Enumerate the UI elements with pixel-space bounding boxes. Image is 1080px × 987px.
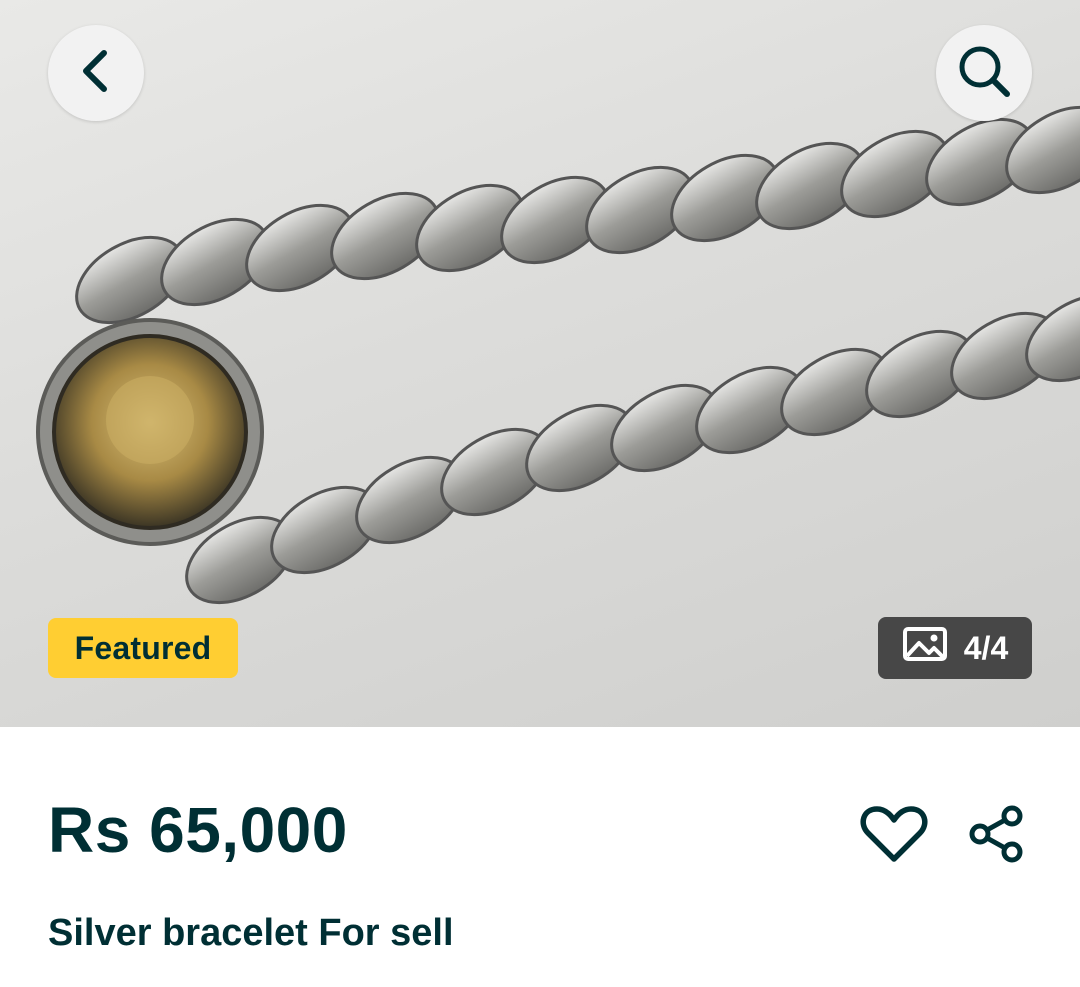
listing-price: Rs 65,000: [48, 794, 348, 866]
search-icon: [954, 41, 1014, 106]
back-button[interactable]: [48, 25, 144, 121]
image-counter[interactable]: 4/4: [878, 617, 1032, 679]
heart-icon: [860, 804, 928, 869]
listing-title: Silver bracelet For sell: [48, 912, 454, 954]
image-counter-text: 4/4: [963, 629, 1009, 666]
share-button[interactable]: [962, 803, 1032, 869]
favorite-button[interactable]: [856, 803, 932, 869]
chevron-left-icon: [76, 47, 116, 100]
featured-badge: Featured: [48, 618, 238, 678]
image-icon: [902, 626, 948, 670]
search-button[interactable]: [936, 25, 1032, 121]
image-gallery[interactable]: Featured 4/4: [0, 0, 1080, 727]
listing-info: Rs 65,000 Silver bracelet For sell: [0, 727, 1080, 987]
share-icon: [968, 805, 1026, 868]
